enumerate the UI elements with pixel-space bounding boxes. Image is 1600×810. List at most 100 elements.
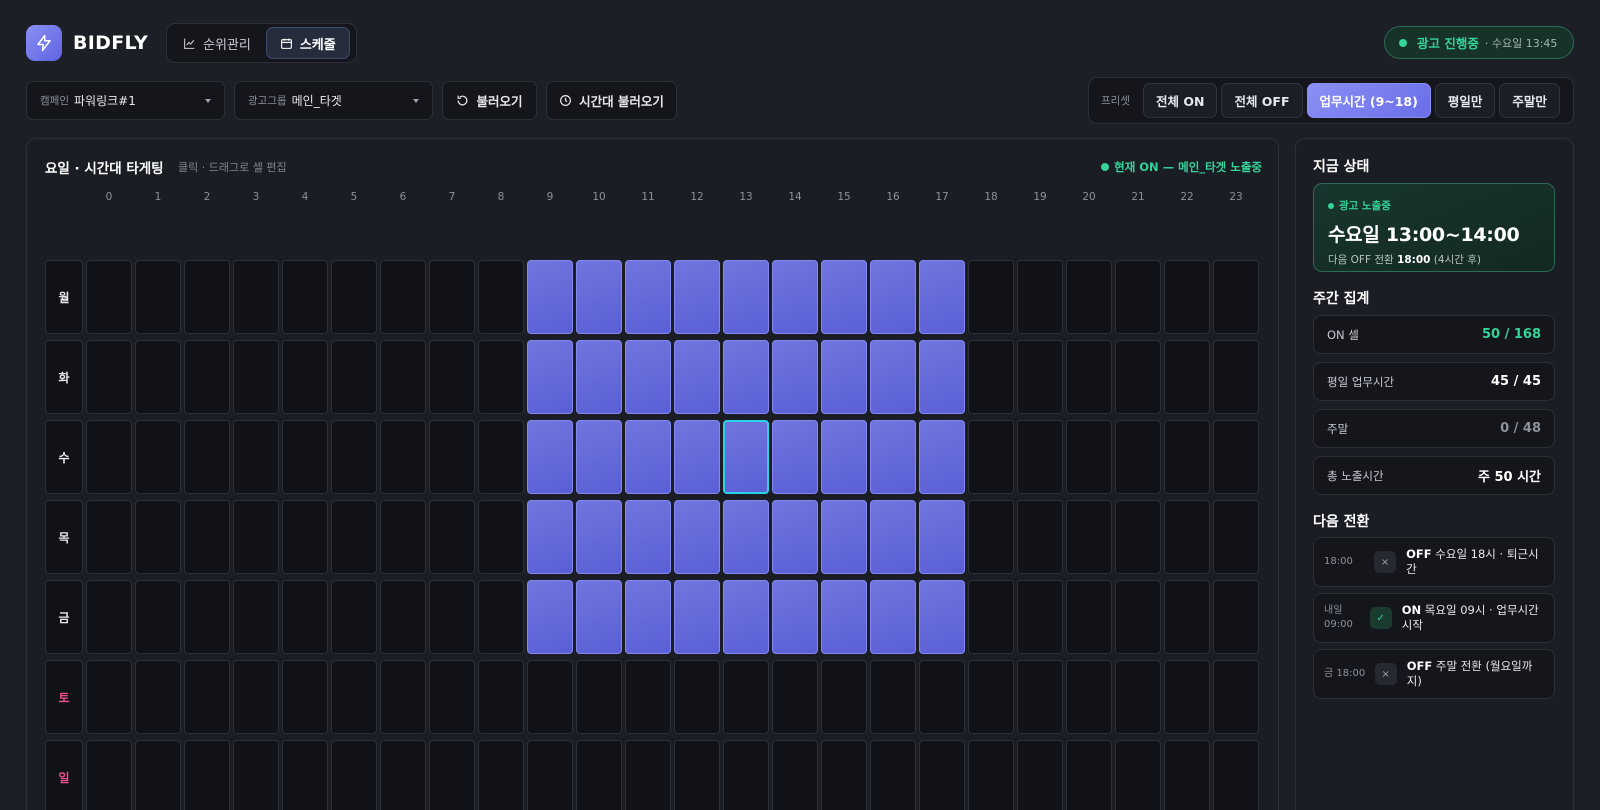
schedule-cell[interactable] — [331, 260, 377, 334]
schedule-cell[interactable] — [331, 340, 377, 414]
schedule-cell[interactable] — [184, 340, 230, 414]
schedule-cell[interactable] — [821, 660, 867, 734]
schedule-cell[interactable] — [870, 340, 916, 414]
schedule-cell[interactable] — [1066, 420, 1112, 494]
schedule-cell[interactable] — [968, 740, 1014, 810]
schedule-cell[interactable] — [1115, 740, 1161, 810]
schedule-cell[interactable] — [86, 260, 132, 334]
schedule-cell[interactable] — [331, 500, 377, 574]
schedule-cell[interactable] — [919, 740, 965, 810]
schedule-cell[interactable] — [429, 420, 475, 494]
schedule-cell[interactable] — [1017, 260, 1063, 334]
schedule-cell[interactable] — [870, 420, 916, 494]
schedule-cell[interactable] — [821, 420, 867, 494]
schedule-cell[interactable] — [674, 340, 720, 414]
schedule-cell[interactable] — [135, 740, 181, 810]
schedule-cell[interactable] — [723, 740, 769, 810]
load-button[interactable]: 불러오기 — [442, 81, 537, 120]
schedule-cell[interactable] — [968, 260, 1014, 334]
schedule-cell[interactable] — [1164, 740, 1210, 810]
schedule-cell[interactable] — [331, 660, 377, 734]
schedule-cell[interactable] — [919, 660, 965, 734]
schedule-cell[interactable] — [233, 340, 279, 414]
schedule-cell[interactable] — [576, 260, 622, 334]
schedule-cell[interactable] — [1164, 580, 1210, 654]
schedule-cell[interactable] — [86, 740, 132, 810]
schedule-cell[interactable] — [772, 580, 818, 654]
schedule-cell[interactable] — [919, 500, 965, 574]
schedule-cell[interactable] — [576, 340, 622, 414]
schedule-cell[interactable] — [429, 500, 475, 574]
schedule-cell[interactable] — [1066, 340, 1112, 414]
schedule-cell[interactable] — [674, 420, 720, 494]
schedule-cell[interactable] — [135, 340, 181, 414]
schedule-cell[interactable] — [674, 660, 720, 734]
schedule-cell[interactable] — [1066, 500, 1112, 574]
schedule-cell[interactable] — [478, 420, 524, 494]
schedule-cell[interactable] — [1066, 580, 1112, 654]
schedule-cell[interactable] — [576, 580, 622, 654]
schedule-cell[interactable] — [919, 340, 965, 414]
schedule-cell[interactable] — [331, 580, 377, 654]
schedule-cell[interactable] — [135, 500, 181, 574]
schedule-cell[interactable] — [184, 580, 230, 654]
schedule-cell[interactable] — [870, 260, 916, 334]
schedule-cell[interactable] — [478, 660, 524, 734]
schedule-cell[interactable] — [86, 340, 132, 414]
schedule-cell[interactable] — [625, 500, 671, 574]
schedule-cell[interactable] — [380, 660, 426, 734]
schedule-cell[interactable] — [527, 500, 573, 574]
schedule-cell[interactable] — [1164, 420, 1210, 494]
schedule-cell[interactable] — [233, 420, 279, 494]
preset-all-off-button[interactable]: 전체 OFF — [1221, 83, 1303, 118]
schedule-cell[interactable] — [968, 500, 1014, 574]
adgroup-select[interactable]: 광고그룹 메인_타겟 — [234, 81, 433, 120]
schedule-cell[interactable] — [1213, 740, 1259, 810]
schedule-cell[interactable] — [86, 580, 132, 654]
schedule-cell[interactable] — [429, 740, 475, 810]
schedule-cell[interactable] — [527, 340, 573, 414]
schedule-cell[interactable] — [527, 660, 573, 734]
schedule-cell[interactable] — [282, 420, 328, 494]
schedule-cell[interactable] — [527, 580, 573, 654]
schedule-cell[interactable] — [527, 420, 573, 494]
schedule-cell[interactable] — [282, 660, 328, 734]
schedule-cell[interactable] — [1213, 660, 1259, 734]
schedule-cell[interactable] — [478, 340, 524, 414]
schedule-cell[interactable] — [625, 740, 671, 810]
schedule-cell[interactable] — [380, 420, 426, 494]
schedule-cell[interactable] — [772, 340, 818, 414]
schedule-cell[interactable] — [331, 420, 377, 494]
schedule-cell[interactable] — [674, 580, 720, 654]
schedule-cell[interactable] — [1115, 260, 1161, 334]
schedule-cell[interactable] — [1115, 500, 1161, 574]
tab-schedule[interactable]: 스케줄 — [265, 27, 350, 59]
schedule-cell[interactable] — [821, 740, 867, 810]
schedule-cell[interactable] — [478, 740, 524, 810]
schedule-cell[interactable] — [772, 420, 818, 494]
schedule-cell[interactable] — [1213, 500, 1259, 574]
schedule-cell[interactable] — [1066, 660, 1112, 734]
schedule-cell[interactable] — [772, 660, 818, 734]
schedule-cell[interactable] — [86, 660, 132, 734]
schedule-cell[interactable] — [1213, 420, 1259, 494]
schedule-cell[interactable] — [723, 660, 769, 734]
campaign-select[interactable]: 캠페인 파워링크#1 — [26, 81, 225, 120]
schedule-cell[interactable] — [723, 260, 769, 334]
schedule-cell[interactable] — [380, 740, 426, 810]
schedule-cell[interactable] — [233, 500, 279, 574]
schedule-cell[interactable] — [478, 580, 524, 654]
schedule-cell[interactable] — [1164, 500, 1210, 574]
schedule-cell[interactable] — [968, 580, 1014, 654]
schedule-cell[interactable] — [968, 420, 1014, 494]
schedule-cell[interactable] — [86, 420, 132, 494]
schedule-cell[interactable] — [478, 500, 524, 574]
schedule-cell[interactable] — [1164, 260, 1210, 334]
preset-all-on-button[interactable]: 전체 ON — [1142, 83, 1218, 118]
schedule-cell[interactable] — [1017, 580, 1063, 654]
schedule-cell[interactable] — [135, 660, 181, 734]
schedule-cell[interactable] — [821, 500, 867, 574]
schedule-cell[interactable] — [919, 260, 965, 334]
schedule-cell[interactable] — [1164, 340, 1210, 414]
schedule-cell[interactable] — [282, 580, 328, 654]
